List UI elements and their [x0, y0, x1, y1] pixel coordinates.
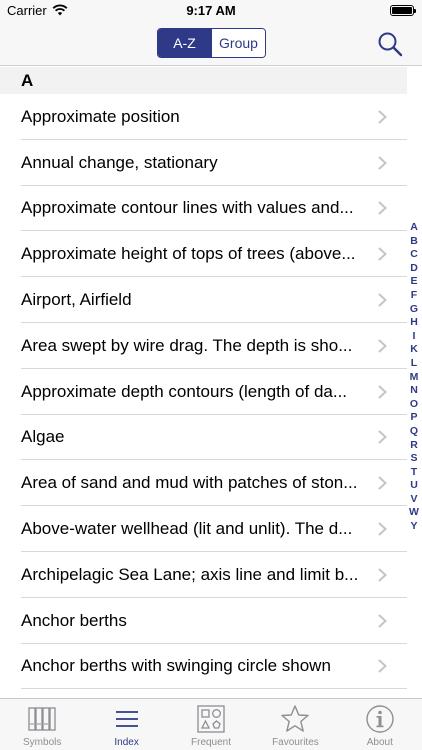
- list-item-label: Approximate contour lines with values an…: [21, 198, 354, 218]
- list-item-label: Above-water wellhead (lit and unlit). Th…: [21, 519, 353, 539]
- tab-symbols[interactable]: Symbols: [0, 699, 84, 750]
- index-letter[interactable]: Y: [410, 520, 417, 534]
- list-icon: [115, 711, 138, 727]
- index-letter[interactable]: V: [410, 493, 417, 507]
- segment-a-z[interactable]: A-Z: [158, 29, 211, 57]
- list-item-label: Area swept by wire drag. The depth is sh…: [21, 335, 353, 355]
- list-item[interactable]: Algae: [0, 415, 407, 461]
- index-letter[interactable]: G: [410, 303, 418, 317]
- chevron-right-icon: [378, 614, 387, 628]
- index-letter[interactable]: D: [410, 262, 418, 276]
- shapes-icon: [197, 705, 225, 733]
- info-icon: [366, 705, 394, 733]
- list-item[interactable]: Airport, Airfield: [0, 277, 407, 323]
- chevron-right-icon: [378, 110, 387, 124]
- list-item-label: Algae: [21, 427, 65, 447]
- chevron-right-icon: [378, 568, 387, 582]
- list-item[interactable]: Above-water wellhead (lit and unlit). Th…: [0, 506, 407, 552]
- chevron-right-icon: [378, 247, 387, 261]
- sort-segmented-control: A-Z Group: [157, 28, 266, 58]
- tab-about-label: About: [366, 737, 393, 748]
- index-letter[interactable]: K: [410, 343, 418, 357]
- section-header: A: [0, 67, 407, 94]
- index-letter[interactable]: I: [413, 330, 416, 344]
- index-letter[interactable]: O: [410, 398, 418, 412]
- tab-about[interactable]: About: [338, 699, 422, 750]
- list-item[interactable]: Anchor berths with swinging circle shown: [0, 644, 407, 690]
- chevron-right-icon: [378, 476, 387, 490]
- tab-favourites[interactable]: Favourites: [253, 699, 337, 750]
- index-letter[interactable]: F: [411, 289, 417, 303]
- list-item[interactable]: Approximate position: [0, 94, 407, 140]
- list-item-label: Annual change, stationary: [21, 152, 218, 172]
- chevron-right-icon: [378, 201, 387, 215]
- list-item[interactable]: Area of sand and mud with patches of sto…: [0, 460, 407, 506]
- list-item[interactable]: Approximate height of tops of trees (abo…: [0, 231, 407, 277]
- list-item[interactable]: Approximate contour lines with values an…: [0, 186, 407, 232]
- index-letter[interactable]: S: [410, 452, 417, 466]
- chevron-right-icon: [378, 430, 387, 444]
- books-icon: [28, 707, 56, 731]
- index-letter[interactable]: C: [410, 248, 418, 262]
- status-time: 9:17 AM: [186, 3, 236, 18]
- list-item-label: Archipelagic Sea Lane; axis line and lim…: [21, 564, 359, 584]
- list-item-label: Approximate position: [21, 106, 180, 126]
- list-item-label: Airport, Airfield: [21, 290, 132, 310]
- list-item-label: Approximate height of tops of trees (abo…: [21, 244, 356, 264]
- search-icon[interactable]: [376, 30, 404, 58]
- chevron-right-icon: [378, 156, 387, 170]
- tab-favourites-label: Favourites: [272, 737, 319, 748]
- alphabet-index[interactable]: ABCDEFGHIKLMNOPQRSTUVWY: [406, 221, 422, 534]
- tab-frequent-label: Frequent: [191, 737, 232, 748]
- tab-bar: Symbols Index Frequent Favourites About: [0, 698, 422, 750]
- index-letter[interactable]: B: [410, 235, 418, 249]
- index-letter[interactable]: A: [410, 221, 418, 235]
- index-letter[interactable]: E: [410, 275, 417, 289]
- list-item[interactable]: Approximate depth contours (length of da…: [0, 369, 407, 415]
- list-item-label: Anchor berths with swinging circle shown: [21, 656, 331, 676]
- star-icon: [281, 705, 310, 732]
- navigation-bar: A-Z Group: [0, 22, 422, 66]
- symbol-list: Approximate position Annual change, stati…: [0, 94, 407, 690]
- list-item-label: Approximate depth contours (length of da…: [21, 381, 348, 401]
- chevron-right-icon: [378, 659, 387, 673]
- chevron-right-icon: [378, 385, 387, 399]
- list-item-label: Area of sand and mud with patches of sto…: [21, 473, 358, 493]
- tab-frequent[interactable]: Frequent: [169, 699, 253, 750]
- chevron-right-icon: [378, 293, 387, 307]
- index-letter[interactable]: R: [410, 439, 418, 453]
- index-letter[interactable]: L: [411, 357, 417, 371]
- list-item[interactable]: Annual change, stationary: [0, 140, 407, 186]
- index-letter[interactable]: Q: [410, 425, 418, 439]
- index-letter[interactable]: H: [410, 316, 418, 330]
- index-letter[interactable]: M: [410, 371, 419, 385]
- chevron-right-icon: [378, 522, 387, 536]
- list-item[interactable]: Archipelagic Sea Lane; axis line and lim…: [0, 552, 407, 598]
- tab-symbols-label: Symbols: [23, 737, 62, 748]
- tab-index[interactable]: Index: [84, 699, 168, 750]
- battery-icon: [390, 5, 416, 16]
- tab-index-label: Index: [114, 737, 139, 748]
- index-letter[interactable]: T: [411, 466, 417, 480]
- list-item[interactable]: Anchor berths: [0, 598, 407, 644]
- index-letter[interactable]: W: [409, 506, 419, 520]
- index-letter[interactable]: P: [410, 411, 417, 425]
- index-letter[interactable]: U: [410, 479, 418, 493]
- status-bar: Carrier 9:17 AM: [0, 0, 422, 22]
- chevron-right-icon: [378, 339, 387, 353]
- list-item-label: Anchor berths: [21, 610, 127, 630]
- index-letter[interactable]: N: [410, 384, 418, 398]
- list-item[interactable]: Area swept by wire drag. The depth is sh…: [0, 323, 407, 369]
- segment-group[interactable]: Group: [211, 29, 265, 57]
